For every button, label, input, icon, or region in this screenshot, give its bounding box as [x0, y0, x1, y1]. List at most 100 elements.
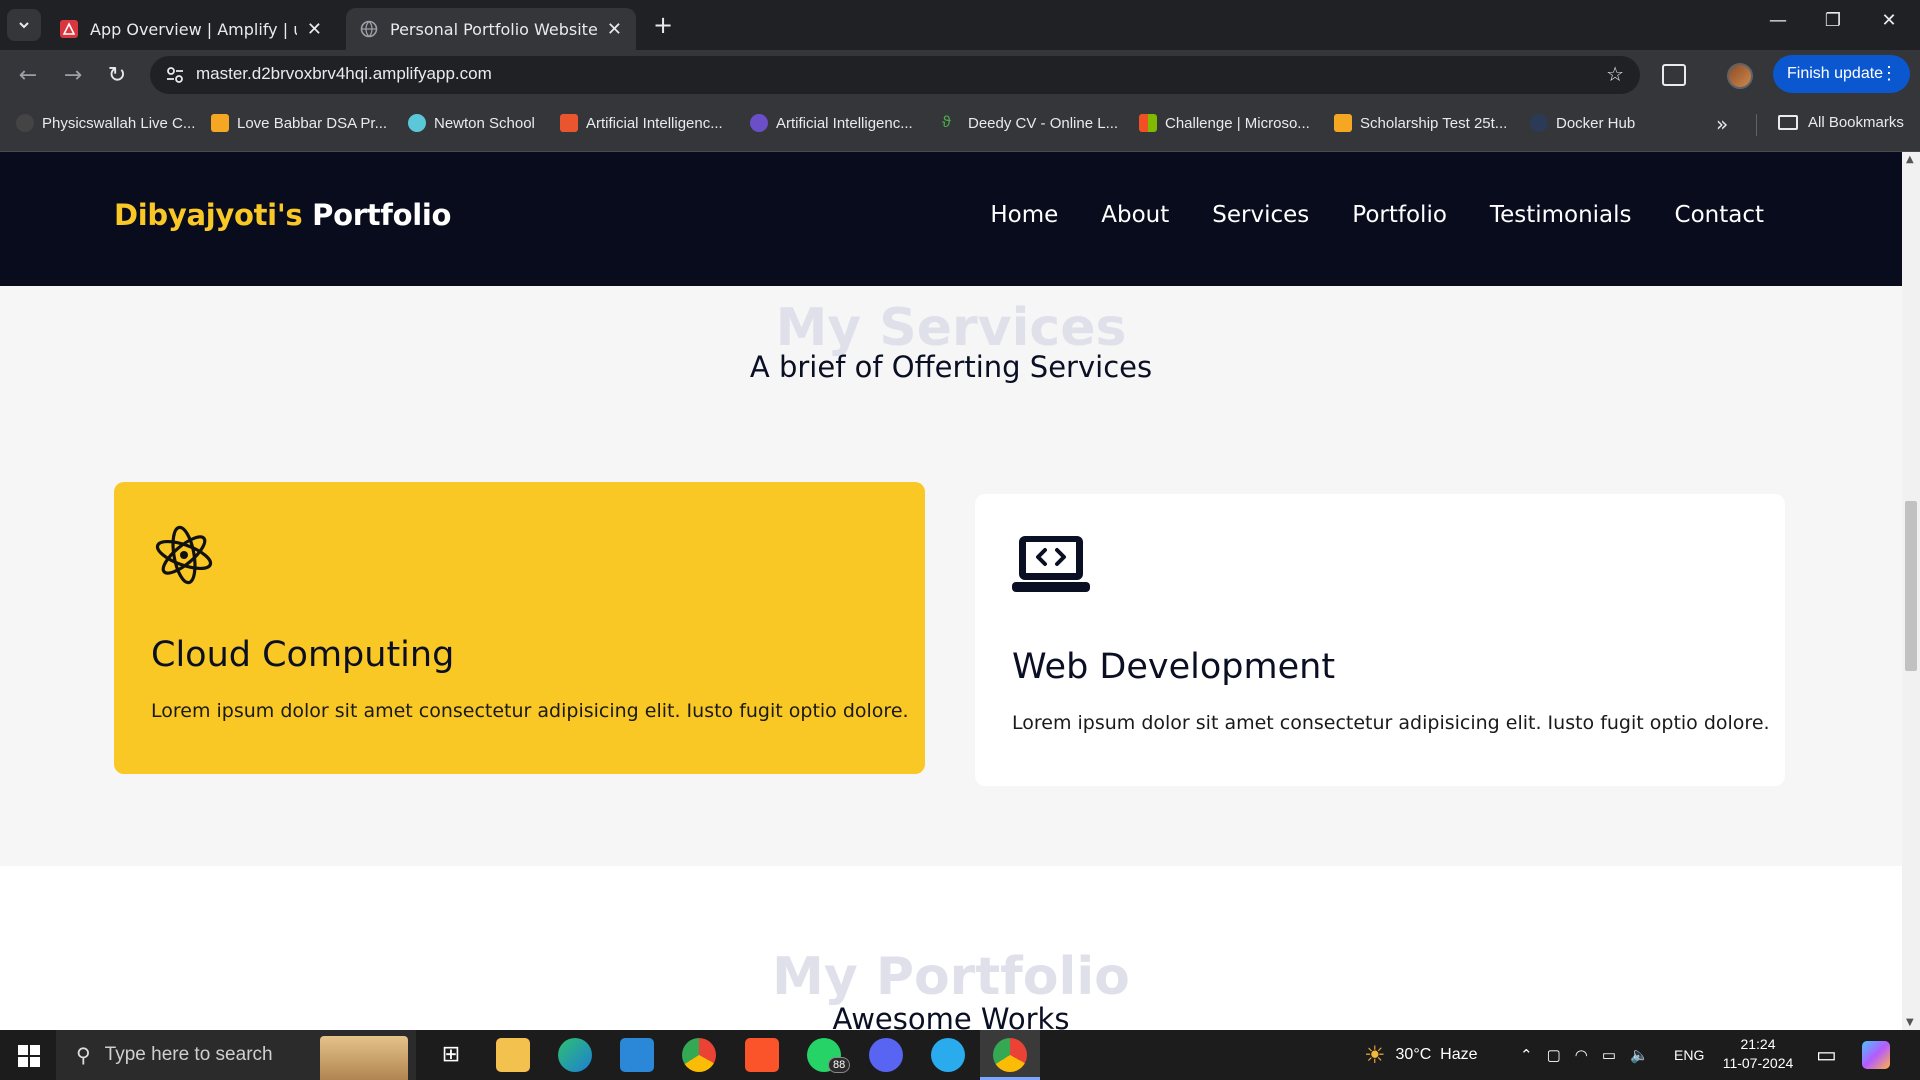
- nav-testimonials[interactable]: Testimonials: [1490, 202, 1632, 228]
- logo-word: Portfolio: [312, 198, 452, 232]
- tab-title: Personal Portfolio Website | Dib: [390, 19, 597, 39]
- bookmarks-bar: Physicswallah Live C... Love Babbar DSA …: [0, 100, 1920, 152]
- extensions-icon[interactable]: [1662, 64, 1686, 86]
- close-icon[interactable]: ✕: [307, 19, 322, 40]
- site-info-icon[interactable]: [164, 64, 186, 86]
- chrome-active-app[interactable]: [980, 1030, 1040, 1080]
- laptop-code-icon: [1012, 536, 1090, 592]
- bookmark-item[interactable]: Challenge | Microso...: [1139, 114, 1310, 132]
- finish-update-label: Finish update: [1787, 65, 1884, 82]
- back-icon[interactable]: ←: [13, 62, 43, 88]
- bookmark-label: Docker Hub: [1556, 114, 1636, 132]
- clock-date: 11-07-2024: [1722, 1055, 1794, 1071]
- bookmark-label: Scholarship Test 25t...: [1360, 114, 1508, 132]
- service-card-cloud[interactable]: Cloud Computing Lorem ipsum dolor sit am…: [114, 482, 925, 774]
- bookmark-star-icon[interactable]: ☆: [1606, 62, 1624, 86]
- physicswallah-icon: [16, 114, 34, 132]
- logo-name: Dibyajyoti's: [114, 198, 303, 232]
- language-indicator[interactable]: ENG: [1674, 1030, 1704, 1080]
- reload-icon[interactable]: ↻: [102, 62, 132, 88]
- minimize-icon[interactable]: —: [1764, 10, 1792, 31]
- nav-services[interactable]: Services: [1212, 202, 1309, 228]
- close-icon[interactable]: ✕: [607, 19, 622, 40]
- finish-update-button[interactable]: Finish update ⋮: [1773, 55, 1910, 93]
- weather-text: 30°C Haze: [1395, 1046, 1478, 1063]
- windows-start-icon[interactable]: [18, 1045, 40, 1067]
- url-text: master.d2brvoxbrv4hqi.amplifyapp.com: [196, 64, 492, 83]
- meet-now-icon[interactable]: ▢: [1547, 1046, 1561, 1064]
- newton-school-icon: [408, 114, 426, 132]
- page-scrollbar[interactable]: ▲ ▼: [1902, 152, 1920, 1030]
- card-title: Cloud Computing: [151, 635, 455, 675]
- tab-search-button[interactable]: [7, 9, 41, 41]
- mail-icon[interactable]: [620, 1038, 654, 1072]
- nav-home[interactable]: Home: [990, 202, 1058, 228]
- nav-contact[interactable]: Contact: [1675, 202, 1764, 228]
- bookmark-item[interactable]: Docker Hub: [1530, 114, 1635, 132]
- new-tab-button[interactable]: +: [650, 11, 676, 39]
- copilot-icon[interactable]: [1862, 1041, 1890, 1069]
- microsoft-icon: [1139, 114, 1157, 132]
- chrome-profile-icon: [993, 1038, 1027, 1072]
- card-description: Lorem ipsum dolor sit amet consectetur a…: [1012, 712, 1770, 734]
- bookmark-item[interactable]: Artificial Intelligenc...: [750, 114, 913, 132]
- browser-tab-strip: App Overview | Amplify | us-eas ✕ Person…: [0, 0, 1920, 50]
- tab-amplify[interactable]: App Overview | Amplify | us-eas ✕: [46, 8, 336, 50]
- restore-icon[interactable]: ❐: [1819, 10, 1847, 31]
- divider: [1756, 114, 1757, 136]
- bookmark-label: Physicswallah Live C...: [42, 114, 196, 132]
- atom-icon: [155, 525, 213, 585]
- tab-title: App Overview | Amplify | us-eas: [90, 19, 297, 39]
- bookmark-item[interactable]: Scholarship Test 25t...: [1334, 114, 1507, 132]
- folder-icon: [1778, 115, 1798, 130]
- office-icon: [560, 114, 578, 132]
- bookmark-item[interactable]: ϑ Deedy CV - Online L...: [942, 114, 1118, 132]
- bookmark-item[interactable]: Physicswallah Live C...: [16, 114, 195, 132]
- bookmark-label: Artificial Intelligenc...: [586, 114, 723, 132]
- address-bar[interactable]: master.d2brvoxbrv4hqi.amplifyapp.com ☆: [150, 56, 1640, 94]
- profile-avatar[interactable]: [1727, 63, 1753, 89]
- brave-icon[interactable]: [745, 1038, 779, 1072]
- edge-icon[interactable]: [558, 1038, 592, 1072]
- weather-widget[interactable]: ☀ 30°C Haze: [1364, 1030, 1478, 1080]
- forward-icon[interactable]: →: [58, 62, 88, 88]
- chevron-down-icon: [19, 22, 29, 29]
- window-close-icon[interactable]: ✕: [1875, 10, 1903, 31]
- clock[interactable]: 21:24 11-07-2024: [1716, 1035, 1800, 1073]
- all-bookmarks-label: All Bookmarks: [1808, 114, 1904, 131]
- search-highlight-image: [320, 1036, 408, 1080]
- task-view-icon[interactable]: ⊞: [434, 1038, 468, 1072]
- nav-about[interactable]: About: [1101, 202, 1169, 228]
- bookmark-item[interactable]: Love Babbar DSA Pr...: [211, 114, 387, 132]
- portfolio-section: My Portfolio Awesome Works: [0, 866, 1902, 1030]
- search-placeholder: Type here to search: [104, 1044, 273, 1065]
- nav-portfolio[interactable]: Portfolio: [1352, 202, 1447, 228]
- scroll-thumb[interactable]: [1905, 501, 1917, 671]
- battery-icon[interactable]: ▭: [1602, 1046, 1616, 1064]
- bookmark-item[interactable]: Artificial Intelligenc...: [560, 114, 723, 132]
- clock-time: 21:24: [1740, 1036, 1776, 1052]
- bookmark-label: Love Babbar DSA Pr...: [237, 114, 388, 132]
- scroll-up-icon[interactable]: ▲: [1906, 154, 1914, 165]
- windows-taskbar: ⚲ Type here to search ⊞ 88 ☀ 30°C Haze ⌃…: [0, 1030, 1920, 1080]
- telegram-icon[interactable]: [931, 1038, 965, 1072]
- volume-icon[interactable]: 🔈: [1630, 1046, 1649, 1064]
- search-icon: ⚲: [76, 1044, 91, 1067]
- all-bookmarks-button[interactable]: All Bookmarks: [1778, 114, 1904, 131]
- site-logo[interactable]: Dibyajyoti's Portfolio: [114, 198, 451, 232]
- chrome-icon[interactable]: [682, 1038, 716, 1072]
- bookmark-label: Challenge | Microso...: [1165, 114, 1310, 132]
- discord-icon[interactable]: [869, 1038, 903, 1072]
- more-bookmarks-icon[interactable]: »: [1716, 112, 1728, 136]
- taskbar-search[interactable]: ⚲ Type here to search: [56, 1030, 416, 1080]
- chevron-up-icon[interactable]: ⌃: [1520, 1046, 1533, 1064]
- service-card-web[interactable]: Web Development Lorem ipsum dolor sit am…: [975, 494, 1785, 786]
- notifications-icon[interactable]: ▭: [1816, 1030, 1837, 1080]
- scroll-down-icon[interactable]: ▼: [1906, 1017, 1914, 1028]
- bookmark-item[interactable]: Newton School: [408, 114, 535, 132]
- weather-icon: ☀: [1364, 1041, 1386, 1069]
- page-viewport[interactable]: Dibyajyoti's Portfolio Home About Servic…: [0, 152, 1920, 1030]
- wifi-icon[interactable]: ◠: [1575, 1046, 1588, 1064]
- file-explorer-icon[interactable]: [496, 1038, 530, 1072]
- tab-portfolio[interactable]: Personal Portfolio Website | Dib ✕: [346, 8, 636, 50]
